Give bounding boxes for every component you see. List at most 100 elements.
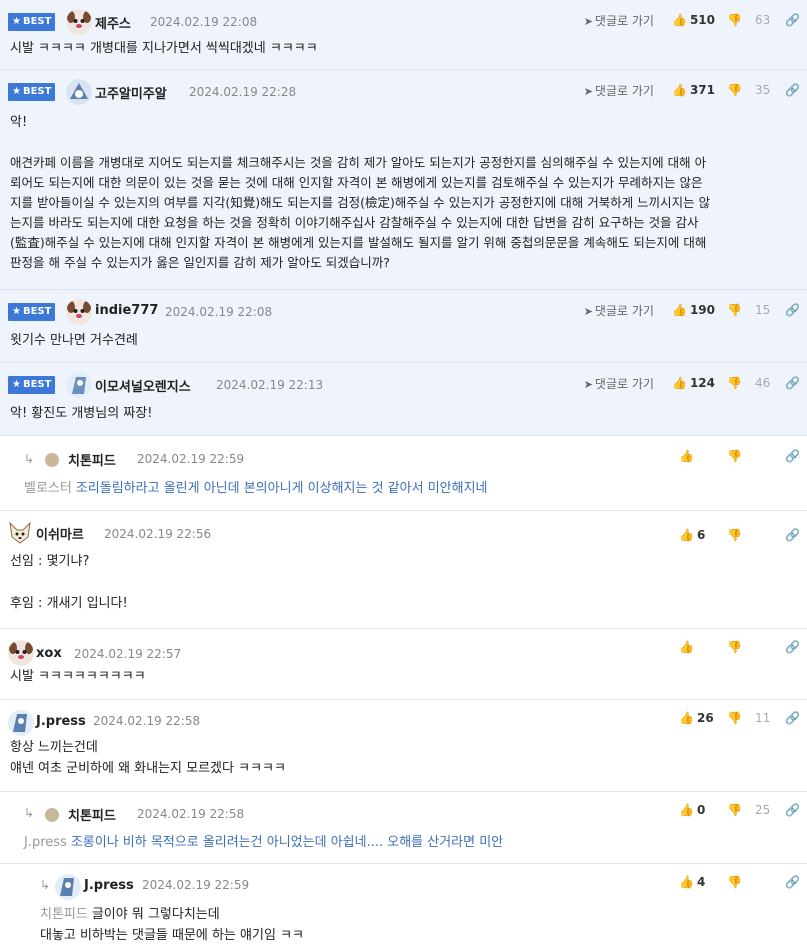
thumbs-up-icon[interactable]: 👍 <box>679 528 694 542</box>
thumbs-up-icon[interactable]: 👍 <box>679 640 694 654</box>
upvote-count: 190 <box>689 303 715 317</box>
thumbs-up-icon[interactable]: 👍 <box>672 13 687 27</box>
comment-text: 악! 황진도 개병님의 짜장! <box>10 406 153 421</box>
avatar[interactable] <box>55 874 81 900</box>
comment-date: 2024.02.19 22:56 <box>104 527 212 541</box>
comment-text-line2: 애견카페 이름을 개병대로 지어도 되는지를 체크해주시는 것을 감히 제가 알… <box>10 155 711 270</box>
comment-text: 시발 ㅋㅋㅋㅋ 개병대를 지나가면서 씩씩대겠네 ㅋㅋㅋㅋ <box>10 41 318 56</box>
best-badge: ★ BEST <box>8 83 56 101</box>
comment-nick[interactable]: indie777 <box>95 303 158 318</box>
thumbs-down-icon[interactable]: 👎 <box>727 13 742 27</box>
thumbs-down-icon[interactable]: 👎 <box>727 449 742 463</box>
thumbs-down-icon[interactable]: 👎 <box>727 640 742 654</box>
thumbs-up-icon[interactable]: 👍 <box>679 875 694 889</box>
comment-item: J.press 2024.02.19 22:58 👍 26 👎 11 🔗 항상 느끼… <box>0 700 807 792</box>
comment-text-content: 조롱이나 비하 목적으로 올리려는건 아니었는데 아쉽네.... 오해를 산거라… <box>70 835 504 850</box>
thumbs-down-icon[interactable]: 👎 <box>727 376 742 390</box>
avatar[interactable] <box>8 640 34 666</box>
thumbs-down-icon[interactable]: 👎 <box>727 875 742 889</box>
thumbs-down-icon[interactable]: 👎 <box>727 83 742 97</box>
thumbs-down-icon[interactable]: 👎 <box>727 711 742 725</box>
comment-nick[interactable]: 치톤피드 <box>68 805 116 824</box>
comment-text: 윗기수 만나면 거수견례 <box>10 333 138 348</box>
comment-nick[interactable]: J.press <box>36 714 86 729</box>
upvote-count: 124 <box>689 376 715 390</box>
comment-item: ★ BEST 고주알미주알 2024.02.19 22:28 ➤ 댓글로 가기 👍 3… <box>0 70 807 290</box>
star-icon: ★ <box>12 16 21 27</box>
paper-plane-icon: ➤ <box>583 14 593 28</box>
avatar[interactable] <box>66 372 92 398</box>
thumbs-up-icon[interactable]: 👍 <box>679 711 694 725</box>
comment-date: 2024.02.19 22:08 <box>165 305 273 319</box>
link-icon[interactable]: 🔗 <box>785 711 800 725</box>
downvote-count: 11 <box>755 711 771 725</box>
avatar[interactable] <box>45 808 59 822</box>
best-badge: ★ BEST <box>8 13 56 31</box>
mention-ref[interactable]: 벨로스터 <box>24 481 72 496</box>
reply-item: ↳ J.press 2024.02.19 22:59 👍 4 👎 🔗 치톤피드 글이… <box>0 864 807 949</box>
avatar[interactable] <box>66 9 92 35</box>
link-icon[interactable]: 🔗 <box>785 875 800 889</box>
comment-text: J.press 조롱이나 비하 목적으로 올리려는건 아니었는데 아쉽네.... … <box>24 832 503 853</box>
comment-date: 2024.02.19 22:57 <box>74 647 182 661</box>
star-icon: ★ <box>12 379 21 390</box>
paper-plane-icon: ➤ <box>583 377 593 391</box>
mention-ref[interactable]: J.press <box>24 835 67 850</box>
link-icon[interactable]: 🔗 <box>785 528 800 542</box>
reply-item: ↳ 치톤피드 2024.02.19 22:58 👍 0 👎 25 🔗 J.press… <box>0 792 807 864</box>
comment-text-content: 조리돌림하라고 올린게 아닌데 본의아니게 이상해지는 것 같아서 미안해지네 <box>75 481 488 496</box>
goto-comment-link[interactable]: ➤ 댓글로 가기 <box>584 12 654 29</box>
star-icon: ★ <box>12 306 21 317</box>
thumbs-down-icon[interactable]: 👎 <box>727 303 742 317</box>
avatar[interactable] <box>45 453 59 467</box>
mention-ref[interactable]: 치톤피드 <box>40 907 88 922</box>
comment-item: ★ BEST 제주스 2024.02.19 22:08 ➤ 댓글로 가기 👍 510 … <box>0 0 807 70</box>
comment-list: ★ BEST 제주스 2024.02.19 22:08 ➤ 댓글로 가기 👍 510 … <box>0 0 807 949</box>
thumbs-down-icon[interactable]: 👎 <box>727 803 742 817</box>
reply-arrow-icon: ↳ <box>24 806 35 820</box>
link-icon[interactable]: 🔗 <box>785 83 800 97</box>
comment-nick[interactable]: xox <box>36 646 62 661</box>
comment-text-line1: 치톤피드 글이야 뭐 그렇다치는데 <box>40 904 220 925</box>
link-icon[interactable]: 🔗 <box>785 13 800 27</box>
avatar[interactable] <box>8 521 32 545</box>
upvote-count: 26 <box>697 711 714 725</box>
thumbs-up-icon[interactable]: 👍 <box>672 303 687 317</box>
upvote-count: 0 <box>697 803 706 817</box>
avatar[interactable] <box>66 299 92 325</box>
comment-nick[interactable]: 치톤피드 <box>68 450 116 469</box>
star-icon: ★ <box>12 86 21 97</box>
thumbs-up-icon[interactable]: 👍 <box>672 376 687 390</box>
goto-comment-link[interactable]: ➤ 댓글로 가기 <box>584 82 654 99</box>
thumbs-down-icon[interactable]: 👎 <box>727 528 742 542</box>
avatar[interactable] <box>8 710 34 736</box>
upvote-count: 4 <box>697 875 706 889</box>
comment-date: 2024.02.19 22:59 <box>137 452 245 466</box>
comment-text: 벨로스터 조리돌림하라고 올린게 아닌데 본의아니게 이상해지는 것 같아서 미안… <box>24 478 488 499</box>
link-icon[interactable]: 🔗 <box>785 303 800 317</box>
comment-nick[interactable]: 이모셔널오렌지스 <box>95 376 191 395</box>
goto-comment-link[interactable]: ➤ 댓글로 가기 <box>584 302 654 319</box>
thumbs-up-icon[interactable]: 👍 <box>679 449 694 463</box>
reply-item: ↳ 치톤피드 2024.02.19 22:59 👍 👎 🔗 벨로스터 조리돌림하라… <box>0 436 807 511</box>
thumbs-up-icon[interactable]: 👍 <box>672 83 687 97</box>
downvote-count: 35 <box>755 83 771 97</box>
comment-nick[interactable]: 고주알미주알 <box>95 83 167 102</box>
comment-nick[interactable]: 이쉬마르 <box>36 524 84 543</box>
thumbs-up-icon[interactable]: 👍 <box>679 803 694 817</box>
comment-text-line1: 악! <box>10 115 28 130</box>
link-icon[interactable]: 🔗 <box>785 449 800 463</box>
reply-arrow-icon: ↳ <box>40 878 51 892</box>
avatar[interactable] <box>66 79 92 105</box>
link-icon[interactable]: 🔗 <box>785 803 800 817</box>
comment-nick[interactable]: J.press <box>84 878 134 893</box>
comment-date: 2024.02.19 22:59 <box>142 878 250 892</box>
downvote-count: 15 <box>755 303 771 317</box>
goto-comment-link[interactable]: ➤ 댓글로 가기 <box>584 375 654 392</box>
comment-date: 2024.02.19 22:58 <box>137 807 245 821</box>
link-icon[interactable]: 🔗 <box>785 376 800 390</box>
comment-text-line2: 대놓고 비하박는 댓글들 때문에 하는 얘기임 ㅋㅋ <box>40 928 304 943</box>
link-icon[interactable]: 🔗 <box>785 640 800 654</box>
comment-nick[interactable]: 제주스 <box>95 13 131 32</box>
comment-text-line2: 후임 : 개새기 입니다! <box>10 596 128 611</box>
